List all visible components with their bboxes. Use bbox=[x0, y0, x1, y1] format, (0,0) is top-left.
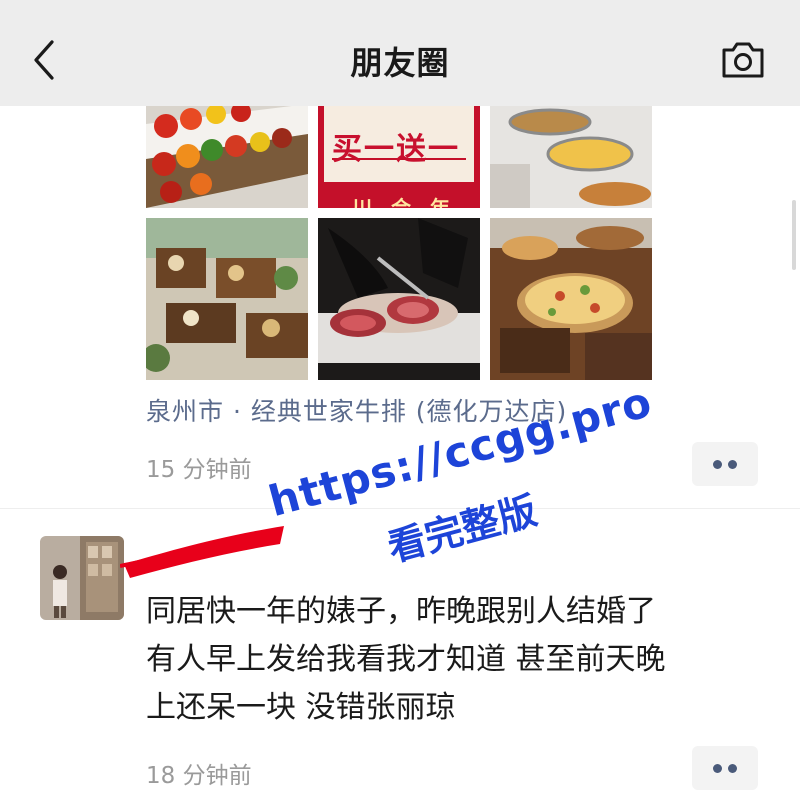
post-timestamp: 15 分钟前 bbox=[146, 457, 252, 483]
post-text-line: 同居快一年的婊子，昨晚跟别人结婚了 bbox=[146, 594, 656, 629]
post-photo-buffet-dishes[interactable] bbox=[490, 104, 652, 208]
more-options-button[interactable] bbox=[692, 442, 758, 486]
post-photo-fruit-buffet[interactable] bbox=[146, 104, 308, 208]
promo-headline: 买一送一 bbox=[332, 132, 460, 167]
post-text: 同居快一年的婊子，昨晚跟别人结婚了 有人早上发给我看我才知道 甚至前天晚 上还呆… bbox=[146, 588, 776, 732]
post-text-line: 上还呆一块 没错张丽琼 bbox=[146, 690, 456, 725]
watermark-caption: 看完整版 bbox=[383, 488, 542, 571]
post-divider bbox=[0, 508, 800, 509]
post-text-line: 有人早上发给我看我才知道 甚至前天晚 bbox=[146, 642, 666, 677]
page-title: 朋友圈 bbox=[350, 44, 450, 82]
top-navigation-bar: 朋友圈 bbox=[0, 0, 800, 106]
post-photo-pizza[interactable] bbox=[490, 218, 652, 380]
camera-button[interactable] bbox=[718, 38, 768, 82]
post-photo-promo-poster[interactable]: 买一送一 川 合 年 川 bbox=[318, 104, 480, 208]
avatar[interactable] bbox=[40, 536, 124, 620]
post-timestamp: 18 分钟前 bbox=[146, 763, 252, 789]
post-location-link[interactable]: 泉州市 · 经典世家牛排 (德化万达店) bbox=[146, 392, 567, 428]
more-options-button[interactable] bbox=[692, 746, 758, 790]
redacted-username bbox=[120, 526, 284, 578]
post-photo-steak-cutting[interactable] bbox=[318, 218, 480, 380]
camera-icon bbox=[722, 42, 764, 78]
promo-subtext: 川 合 年 川 bbox=[352, 196, 456, 208]
scrollbar[interactable] bbox=[792, 200, 796, 270]
watermark: https://ccgg.pro 看完整版 bbox=[264, 377, 657, 600]
post-photo-dessert-buffet[interactable] bbox=[146, 218, 308, 380]
